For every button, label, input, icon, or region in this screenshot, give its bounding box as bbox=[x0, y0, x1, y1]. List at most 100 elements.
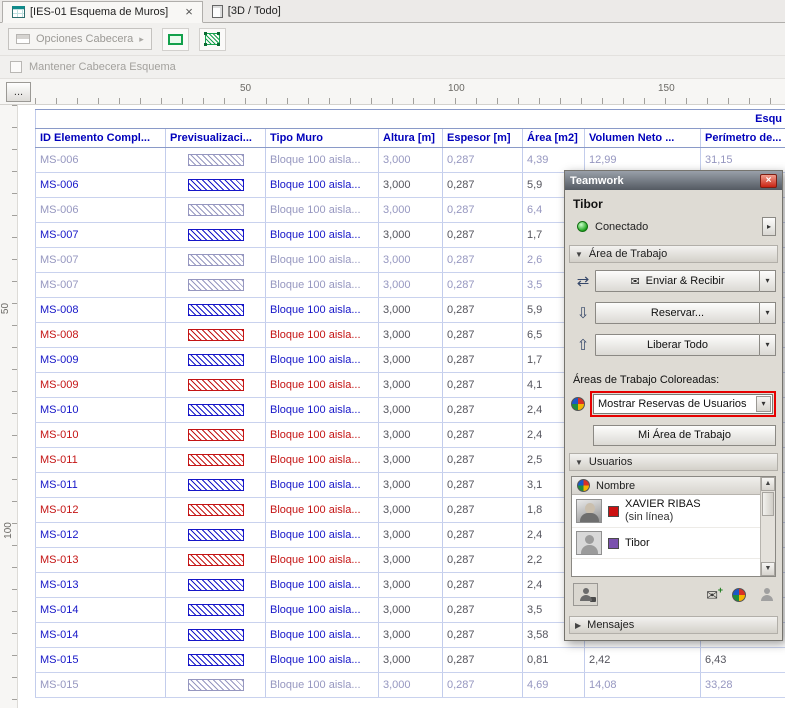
cell-espesor[interactable]: 0,287 bbox=[443, 223, 523, 248]
user-list-header[interactable]: Nombre bbox=[572, 477, 760, 495]
cell-id[interactable]: MS-009 bbox=[36, 373, 166, 398]
cell-id[interactable]: MS-006 bbox=[36, 148, 166, 173]
close-icon[interactable]: × bbox=[760, 174, 777, 188]
cell-espesor[interactable]: 0,287 bbox=[443, 148, 523, 173]
cell-perimetro[interactable]: 6,43 bbox=[701, 648, 785, 673]
reservar-dropdown-button[interactable]: ▾ bbox=[760, 302, 776, 324]
cell-altura[interactable]: 3,000 bbox=[379, 673, 443, 698]
cell-previz[interactable] bbox=[166, 573, 266, 598]
cell-altura[interactable]: 3,000 bbox=[379, 648, 443, 673]
cell-id[interactable]: MS-008 bbox=[36, 323, 166, 348]
table-row[interactable]: MS-015Bloque 100 aisla...3,0000,2874,691… bbox=[36, 673, 785, 698]
cell-previz[interactable] bbox=[166, 523, 266, 548]
cell-tipo[interactable]: Bloque 100 aisla... bbox=[266, 673, 379, 698]
cell-altura[interactable]: 3,000 bbox=[379, 548, 443, 573]
cell-altura[interactable]: 3,000 bbox=[379, 573, 443, 598]
cell-espesor[interactable]: 0,287 bbox=[443, 473, 523, 498]
section-area-de-trabajo[interactable]: ▼ Área de Trabajo bbox=[569, 245, 778, 263]
cell-previz[interactable] bbox=[166, 373, 266, 398]
reservas-usuarios-dropdown[interactable]: Mostrar Reservas de Usuarios ▾ bbox=[593, 394, 773, 414]
user-row[interactable]: XAVIER RIBAS(sin línea) bbox=[572, 495, 760, 528]
col-header-altura[interactable]: Altura [m] bbox=[379, 129, 443, 148]
cell-espesor[interactable]: 0,287 bbox=[443, 323, 523, 348]
cell-altura[interactable]: 3,000 bbox=[379, 598, 443, 623]
cell-tipo[interactable]: Bloque 100 aisla... bbox=[266, 148, 379, 173]
cell-altura[interactable]: 3,000 bbox=[379, 623, 443, 648]
cell-previz[interactable] bbox=[166, 623, 266, 648]
cell-tipo[interactable]: Bloque 100 aisla... bbox=[266, 423, 379, 448]
section-mensajes[interactable]: ▶ Mensajes bbox=[569, 616, 778, 634]
scroll-down-icon[interactable]: ▼ bbox=[761, 562, 775, 576]
cell-espesor[interactable]: 0,287 bbox=[443, 273, 523, 298]
cell-id[interactable]: MS-006 bbox=[36, 173, 166, 198]
cell-area[interactable]: 0,81 bbox=[523, 648, 585, 673]
ruler-corner-button[interactable]: ... bbox=[6, 82, 31, 102]
cell-tipo[interactable]: Bloque 100 aisla... bbox=[266, 198, 379, 223]
select-area-button[interactable] bbox=[162, 28, 189, 51]
cell-tipo[interactable]: Bloque 100 aisla... bbox=[266, 473, 379, 498]
cell-previz[interactable] bbox=[166, 198, 266, 223]
cell-previz[interactable] bbox=[166, 473, 266, 498]
scroll-up-icon[interactable]: ▲ bbox=[761, 477, 775, 491]
cell-id[interactable]: MS-013 bbox=[36, 573, 166, 598]
cell-id[interactable]: MS-011 bbox=[36, 473, 166, 498]
cell-id[interactable]: MS-010 bbox=[36, 423, 166, 448]
cell-previz[interactable] bbox=[166, 223, 266, 248]
cell-altura[interactable]: 3,000 bbox=[379, 373, 443, 398]
section-usuarios[interactable]: ▼ Usuarios bbox=[569, 453, 778, 471]
cell-tipo[interactable]: Bloque 100 aisla... bbox=[266, 248, 379, 273]
table-row[interactable]: MS-015Bloque 100 aisla...3,0000,2870,812… bbox=[36, 648, 785, 673]
cell-previz[interactable] bbox=[166, 273, 266, 298]
cell-espesor[interactable]: 0,287 bbox=[443, 298, 523, 323]
color-wheel-icon[interactable] bbox=[732, 588, 746, 602]
cell-espesor[interactable]: 0,287 bbox=[443, 498, 523, 523]
cell-altura[interactable]: 3,000 bbox=[379, 473, 443, 498]
cell-previz[interactable] bbox=[166, 498, 266, 523]
cell-volumen[interactable]: 2,42 bbox=[585, 648, 701, 673]
cell-espesor[interactable]: 0,287 bbox=[443, 173, 523, 198]
enviar-dropdown-button[interactable]: ▾ bbox=[760, 270, 776, 292]
tab-close-icon[interactable]: × bbox=[185, 7, 193, 17]
reserved-elements-button[interactable] bbox=[573, 583, 598, 606]
col-header-espesor[interactable]: Espesor [m] bbox=[443, 129, 523, 148]
cell-tipo[interactable]: Bloque 100 aisla... bbox=[266, 173, 379, 198]
cell-tipo[interactable]: Bloque 100 aisla... bbox=[266, 398, 379, 423]
cell-id[interactable]: MS-012 bbox=[36, 498, 166, 523]
cell-tipo[interactable]: Bloque 100 aisla... bbox=[266, 448, 379, 473]
cell-espesor[interactable]: 0,287 bbox=[443, 573, 523, 598]
cell-previz[interactable] bbox=[166, 423, 266, 448]
cell-previz[interactable] bbox=[166, 598, 266, 623]
cell-volumen[interactable]: 14,08 bbox=[585, 673, 701, 698]
cell-id[interactable]: MS-007 bbox=[36, 273, 166, 298]
cell-previz[interactable] bbox=[166, 323, 266, 348]
cell-altura[interactable]: 3,000 bbox=[379, 448, 443, 473]
col-header-volumen[interactable]: Volumen Neto ... bbox=[585, 129, 701, 148]
liberar-todo-button[interactable]: Liberar Todo bbox=[595, 334, 760, 356]
cell-altura[interactable]: 3,000 bbox=[379, 423, 443, 448]
cell-altura[interactable]: 3,000 bbox=[379, 523, 443, 548]
cell-previz[interactable] bbox=[166, 348, 266, 373]
cell-espesor[interactable]: 0,287 bbox=[443, 598, 523, 623]
user-list-scrollbar[interactable]: ▲ ▼ bbox=[760, 477, 775, 576]
opciones-cabecera-button[interactable]: Opciones Cabecera ▸ bbox=[8, 28, 152, 50]
cell-tipo[interactable]: Bloque 100 aisla... bbox=[266, 373, 379, 398]
cell-espesor[interactable]: 0,287 bbox=[443, 673, 523, 698]
cell-area[interactable]: 4,39 bbox=[523, 148, 585, 173]
table-row[interactable]: MS-006Bloque 100 aisla...3,0000,2874,391… bbox=[36, 148, 785, 173]
cell-altura[interactable]: 3,000 bbox=[379, 248, 443, 273]
mantener-cabecera-checkbox[interactable] bbox=[10, 61, 22, 73]
cell-espesor[interactable]: 0,287 bbox=[443, 448, 523, 473]
cell-perimetro[interactable]: 33,28 bbox=[701, 673, 785, 698]
cell-altura[interactable]: 3,000 bbox=[379, 198, 443, 223]
cell-previz[interactable] bbox=[166, 148, 266, 173]
col-header-id[interactable]: ID Elemento Compl... bbox=[36, 129, 166, 148]
cell-tipo[interactable]: Bloque 100 aisla... bbox=[266, 598, 379, 623]
cell-espesor[interactable]: 0,287 bbox=[443, 623, 523, 648]
cell-tipo[interactable]: Bloque 100 aisla... bbox=[266, 223, 379, 248]
mi-area-de-trabajo-button[interactable]: Mi Área de Trabajo bbox=[593, 425, 776, 446]
cell-altura[interactable]: 3,000 bbox=[379, 298, 443, 323]
cell-tipo[interactable]: Bloque 100 aisla... bbox=[266, 273, 379, 298]
cell-id[interactable]: MS-014 bbox=[36, 623, 166, 648]
cell-altura[interactable]: 3,000 bbox=[379, 223, 443, 248]
cell-espesor[interactable]: 0,287 bbox=[443, 423, 523, 448]
